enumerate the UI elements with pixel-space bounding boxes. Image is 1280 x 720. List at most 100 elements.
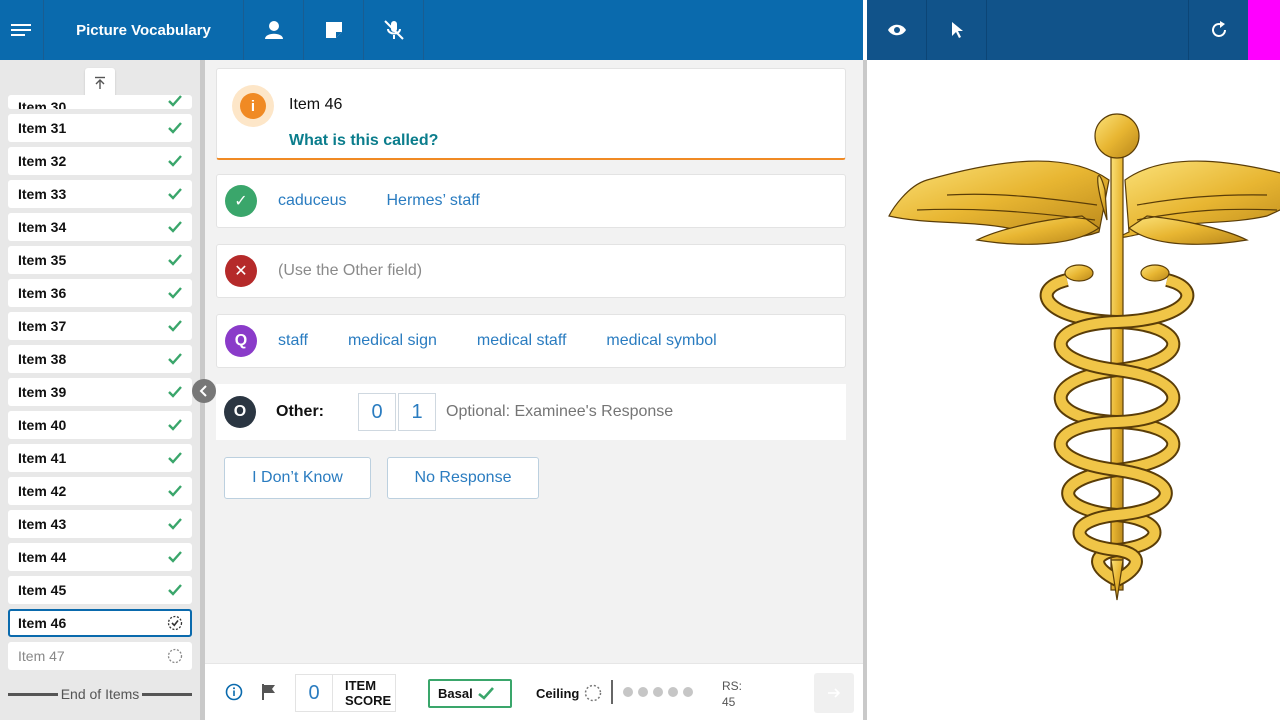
- sidebar-item-label: Item 40: [18, 417, 67, 433]
- sidebar-item[interactable]: Item 44: [8, 543, 192, 571]
- flag-button[interactable]: [261, 683, 277, 706]
- sidebar-item[interactable]: Item 30: [8, 95, 192, 109]
- menu-button[interactable]: [0, 0, 44, 60]
- sidebar-item[interactable]: Item 36: [8, 279, 192, 307]
- examinee-response-input[interactable]: [446, 403, 746, 421]
- sidebar-item-label: Item 37: [18, 318, 67, 334]
- query-answer[interactable]: medical sign: [348, 332, 437, 350]
- note-icon: [325, 22, 342, 38]
- in-progress-icon: [167, 615, 183, 631]
- basal-status: Basal: [428, 679, 512, 708]
- correct-answers-row[interactable]: ✓ caduceus Hermes’ staff: [216, 174, 846, 228]
- other-label: Other:: [276, 403, 324, 420]
- sidebar-item[interactable]: Item 43: [8, 510, 192, 538]
- sidebar-item-label: Item 47: [18, 648, 65, 664]
- sidebar-item-label: Item 44: [18, 549, 67, 565]
- rs-label: RS:: [722, 679, 743, 693]
- ceiling-progress-dots: [623, 687, 698, 697]
- sidebar-item[interactable]: Item 33: [8, 180, 192, 208]
- correct-answer[interactable]: Hermes’ staff: [387, 192, 480, 210]
- chevron-left-icon: [199, 385, 207, 397]
- dont-know-button[interactable]: I Don’t Know: [224, 457, 371, 499]
- item-list: Item 30 Item 31 Item 32 Item 33 Item 34 Item …: [8, 95, 192, 675]
- end-of-items: End of Items: [8, 686, 192, 702]
- arrow-up-to-top-icon: [95, 76, 105, 89]
- sidebar-item[interactable]: Item 35: [8, 246, 192, 274]
- checkmark-icon: [168, 221, 182, 233]
- ceiling-dot: [653, 687, 663, 697]
- sidebar-item-label: Item 42: [18, 483, 67, 499]
- arrow-right-icon: [828, 688, 841, 698]
- sidebar-item-label: Item 45: [18, 582, 67, 598]
- pending-dashed-circle-icon: [167, 648, 183, 664]
- top-bar: Picture Vocabulary: [0, 0, 863, 60]
- other-icon: O: [224, 396, 256, 428]
- sidebar-item[interactable]: Item 32: [8, 147, 192, 175]
- other-score-1-button[interactable]: 1: [398, 393, 436, 431]
- stimulus-panel: [867, 60, 1280, 720]
- end-of-items-label: End of Items: [60, 686, 140, 702]
- correct-answer[interactable]: caduceus: [278, 192, 347, 210]
- sidebar-item[interactable]: Item 45: [8, 576, 192, 604]
- ceiling-dot: [683, 687, 693, 697]
- end-line-right: [142, 692, 192, 696]
- notes-button[interactable]: [304, 0, 364, 60]
- incorrect-note: (Use the Other field): [278, 262, 423, 279]
- query-answer[interactable]: medical symbol: [606, 332, 716, 350]
- sidebar-item[interactable]: Item 47: [8, 642, 192, 670]
- checkmark-icon: [168, 122, 182, 134]
- sidebar-item[interactable]: Item 39: [8, 378, 192, 406]
- main-panel: i Item 46 What is this called? ✓ caduceu…: [205, 60, 863, 663]
- sidebar-item-label: Item 39: [18, 384, 67, 400]
- sidebar-item-label: Item 43: [18, 516, 67, 532]
- sidebar-item-label: Item 30: [18, 99, 67, 109]
- refresh-button[interactable]: [1188, 0, 1248, 60]
- checkmark-icon: [168, 485, 182, 497]
- end-line-left: [8, 692, 58, 696]
- checkmark-icon: [168, 584, 182, 596]
- no-response-button[interactable]: No Response: [387, 457, 539, 499]
- collapse-sidebar-button[interactable]: [192, 379, 216, 403]
- ceiling-status: Ceiling: [536, 684, 602, 702]
- sidebar-item[interactable]: Item 46: [8, 609, 192, 637]
- item-score-value: 0: [295, 674, 333, 712]
- scroll-to-top-button[interactable]: [85, 68, 115, 98]
- query-icon: Q: [225, 325, 257, 357]
- query-answers-row[interactable]: Q staff medical sign medical staff medic…: [216, 314, 846, 368]
- scoring-footer: 0 ITEM SCORE Basal Ceiling RS: 45: [205, 663, 863, 720]
- view-button[interactable]: [867, 0, 927, 60]
- mic-off-icon: [383, 20, 404, 40]
- sidebar-item[interactable]: Item 42: [8, 477, 192, 505]
- sidebar-item-label: Item 34: [18, 219, 67, 235]
- ceiling-dot: [638, 687, 648, 697]
- query-answer[interactable]: medical staff: [477, 332, 567, 350]
- sidebar-item-label: Item 33: [18, 186, 67, 202]
- query-answer[interactable]: staff: [278, 332, 308, 350]
- pointer-button[interactable]: [927, 0, 987, 60]
- question-card: i Item 46 What is this called?: [216, 68, 846, 160]
- info-button[interactable]: [225, 683, 243, 706]
- sidebar-item[interactable]: Item 41: [8, 444, 192, 472]
- sidebar-item[interactable]: Item 37: [8, 312, 192, 340]
- other-score-0-button[interactable]: 0: [358, 393, 396, 431]
- incorrect-answers-row[interactable]: ✕ (Use the Other field): [216, 244, 846, 298]
- caduceus-image: [888, 113, 1280, 601]
- ceiling-dot: [668, 687, 678, 697]
- sidebar-item[interactable]: Item 38: [8, 345, 192, 373]
- checkmark-icon: [168, 452, 182, 464]
- checkmark-icon: [168, 419, 182, 431]
- mic-button[interactable]: [364, 0, 424, 60]
- next-item-button[interactable]: [814, 673, 854, 713]
- sidebar-item[interactable]: Item 34: [8, 213, 192, 241]
- user-icon: [264, 21, 283, 39]
- info-badge: i: [232, 85, 274, 127]
- basal-label: Basal: [438, 686, 473, 701]
- other-response-row: O Other: 0 1: [216, 384, 846, 440]
- sidebar-item[interactable]: Item 31: [8, 114, 192, 142]
- sidebar-item[interactable]: Item 40: [8, 411, 192, 439]
- examinee-button[interactable]: [244, 0, 304, 60]
- info-outline-icon: [225, 683, 243, 701]
- correct-icon: ✓: [225, 185, 257, 217]
- item-title: Item 46: [289, 96, 343, 113]
- checkmark-icon: [168, 95, 182, 107]
